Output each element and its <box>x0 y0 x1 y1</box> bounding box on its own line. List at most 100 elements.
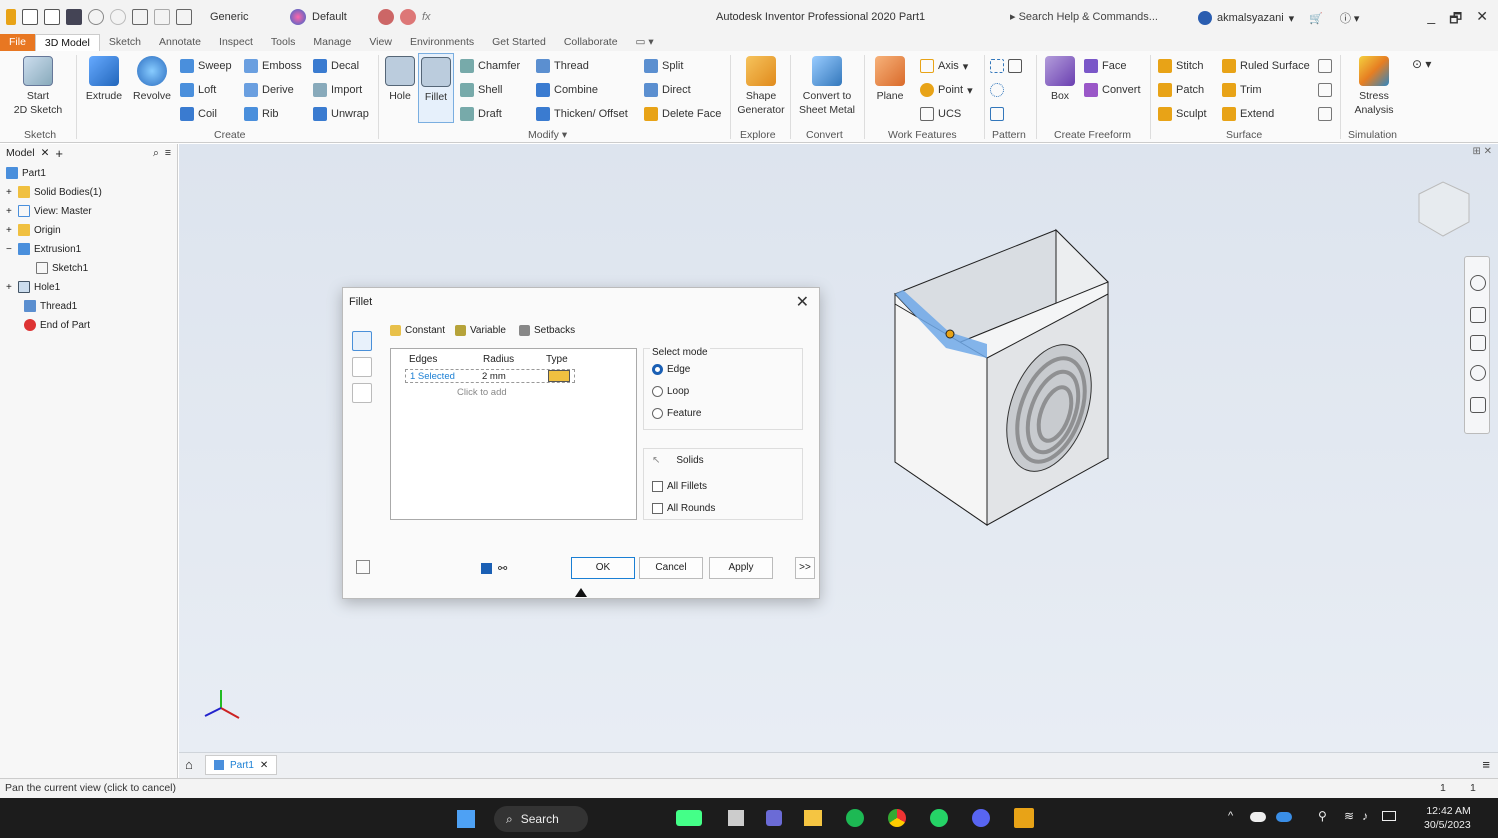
radio-loop[interactable]: Loop <box>652 386 689 397</box>
preview-toggle[interactable]: ⚯ <box>481 562 507 575</box>
split-button[interactable]: Split <box>644 59 683 73</box>
panel-modify[interactable]: Modify ▾ <box>528 129 567 141</box>
shape-generator-button[interactable]: Shape Generator <box>734 56 788 117</box>
tree-item-end-of-part[interactable]: End of Part <box>24 316 90 334</box>
tab-get-started[interactable]: Get Started <box>483 34 555 51</box>
tab-setbacks[interactable]: Setbacks <box>519 325 575 336</box>
inventor-taskbar-icon[interactable] <box>1014 808 1034 828</box>
coil-button[interactable]: Coil <box>180 107 217 121</box>
type-icon[interactable] <box>548 370 570 382</box>
whatsapp-icon[interactable] <box>930 809 948 827</box>
expand-icon[interactable]: + <box>6 187 18 198</box>
task-view-icon[interactable] <box>728 810 744 826</box>
wifi-icon[interactable]: ≋ <box>1344 809 1354 823</box>
save-icon[interactable] <box>66 9 82 25</box>
delete-face-button[interactable]: Delete Face <box>644 107 721 121</box>
discord-icon[interactable] <box>972 809 990 827</box>
redo-icon[interactable] <box>110 9 126 25</box>
zoom-icon[interactable] <box>1470 335 1486 351</box>
tree-item-origin[interactable]: + Origin <box>6 221 61 239</box>
collapse-icon[interactable]: − <box>6 244 18 255</box>
rib-button[interactable]: Rib <box>244 107 279 121</box>
trim-button[interactable]: Trim <box>1222 83 1262 97</box>
radio-edge[interactable]: Edge <box>652 364 690 375</box>
close-window-button[interactable]: ✕ <box>1476 8 1488 32</box>
tab-tools[interactable]: Tools <box>262 34 305 51</box>
open-file-icon[interactable] <box>44 9 60 25</box>
expand-icon[interactable]: + <box>6 225 18 236</box>
appearance-select[interactable]: Default <box>312 11 372 23</box>
edges-selected[interactable]: 1 Selected <box>410 371 455 382</box>
dialog-grip-icon[interactable] <box>575 588 587 597</box>
onedrive-icon[interactable] <box>1276 812 1292 822</box>
minimize-button[interactable]: _ <box>1427 8 1435 32</box>
hole-button[interactable]: Hole <box>384 56 416 103</box>
tab-annotate[interactable]: Annotate <box>150 34 210 51</box>
extrude-button[interactable]: Extrude <box>82 56 126 103</box>
help-icon[interactable]: ⓘ ▾ <box>1340 10 1360 26</box>
draft-button[interactable]: Draft <box>460 107 502 121</box>
tab-sketch[interactable]: Sketch <box>100 34 150 51</box>
volume-icon[interactable]: ♪ <box>1362 809 1368 823</box>
add-browser-tab-icon[interactable]: + <box>55 146 63 161</box>
radio-feature[interactable]: Feature <box>652 408 701 419</box>
dialog-help-icon[interactable] <box>356 560 370 574</box>
ruled-surface-button[interactable]: Ruled Surface <box>1222 59 1310 73</box>
appearance-ball-icon[interactable] <box>290 9 306 25</box>
axis-button[interactable]: Axis ▾ <box>920 59 968 73</box>
import-button[interactable]: Import <box>313 83 362 97</box>
tree-item-sketch1[interactable]: Sketch1 <box>36 259 88 277</box>
tree-item-extrusion1[interactable]: − Extrusion1 <box>6 240 81 258</box>
radius-value[interactable]: 2 mm <box>482 371 506 382</box>
clock[interactable]: 12:42 AM 30/5/2023 <box>1424 804 1471 832</box>
pan-icon[interactable] <box>1470 307 1486 323</box>
hamburger-menu-icon[interactable]: ≡ <box>1482 757 1490 772</box>
face-button[interactable]: Face <box>1084 59 1126 73</box>
solids-selector[interactable]: ↖ Solids <box>652 455 704 466</box>
tree-item-solid-bodies[interactable]: + Solid Bodies(1) <box>6 183 102 201</box>
taskbar-search[interactable]: ⌕ Search <box>494 806 588 832</box>
convert-button[interactable]: Convert <box>1084 83 1141 97</box>
ok-button[interactable]: OK <box>571 557 635 579</box>
loft-button[interactable]: Loft <box>180 83 216 97</box>
tree-item-hole1[interactable]: + Hole1 <box>6 278 60 296</box>
all-fillets-checkbox[interactable]: All Fillets <box>652 481 707 492</box>
home-icon[interactable] <box>132 9 148 25</box>
ribbon-expand-icon[interactable]: ⊙ ▾ <box>1412 57 1431 71</box>
point-button[interactable]: Point ▾ <box>920 83 973 97</box>
ribbon-options-icon[interactable]: ▭ ▾ <box>627 34 663 51</box>
stitch-button[interactable]: Stitch <box>1158 59 1204 73</box>
doc-tab-part1[interactable]: Part1 ✕ <box>205 755 278 775</box>
stress-analysis-button[interactable]: Stress Analysis <box>1346 56 1402 117</box>
close-browser-tab-icon[interactable]: ✕ <box>41 147 50 159</box>
tab-file[interactable]: File <box>0 34 35 51</box>
search-help-input[interactable]: ▸ Search Help & Commands... <box>1010 10 1158 23</box>
shell-button[interactable]: Shell <box>460 83 502 97</box>
tab-inspect[interactable]: Inspect <box>210 34 262 51</box>
tab-manage[interactable]: Manage <box>304 34 360 51</box>
rect-pattern-icon[interactable] <box>990 59 1022 73</box>
tree-item-part1[interactable]: Part1 <box>6 164 46 182</box>
convert-sheet-metal-button[interactable]: Convert to Sheet Metal <box>794 56 860 117</box>
tab-variable[interactable]: Variable <box>455 325 506 336</box>
file-explorer-icon[interactable] <box>804 810 822 826</box>
cart-icon[interactable]: 🛒 <box>1309 12 1323 25</box>
thread-button[interactable]: Thread <box>536 59 589 73</box>
battery-icon[interactable] <box>1382 811 1396 821</box>
select-icon[interactable] <box>154 9 170 25</box>
tree-item-thread1[interactable]: Thread1 <box>24 297 77 315</box>
edge-fillet-button[interactable] <box>352 331 372 351</box>
spotify-icon[interactable] <box>846 809 864 827</box>
repair-icon[interactable] <box>1318 59 1332 73</box>
cloud-icon[interactable] <box>1250 812 1266 822</box>
home-icon[interactable]: ⌂ <box>185 757 193 772</box>
full-round-fillet-button[interactable] <box>352 383 372 403</box>
tab-environments[interactable]: Environments <box>401 34 483 51</box>
fx-icon[interactable]: fx <box>422 11 431 23</box>
look-at-icon[interactable] <box>1470 397 1486 413</box>
material-select[interactable]: Generic <box>210 11 270 23</box>
click-to-add[interactable]: Click to add <box>457 387 507 398</box>
align-icon[interactable] <box>1318 107 1332 121</box>
viewport-close-icon[interactable]: ⊞ ✕ <box>1472 146 1492 157</box>
thicken-button[interactable]: Thicken/ Offset <box>536 107 628 121</box>
